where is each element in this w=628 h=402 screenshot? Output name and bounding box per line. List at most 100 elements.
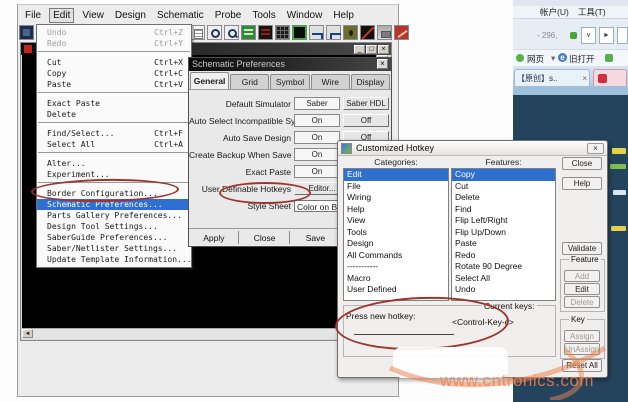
menu-item-alter[interactable]: Alter... [37,158,191,169]
category-user-defined[interactable]: User Defined [344,284,448,296]
webpage-link[interactable]: 网页 [527,53,544,65]
tab-symbol[interactable]: Symbol [270,74,309,89]
menubar-probe[interactable]: Probe [212,9,245,22]
horizontal-scrollbar[interactable]: ◄ [22,328,377,339]
validate-button[interactable]: Validate [562,242,602,255]
feature-edit-button[interactable]: Edit [564,283,600,295]
option-on-button[interactable]: On [294,131,340,144]
menu-item-paste[interactable]: PasteCtrl+V [37,79,191,90]
menu-item-saber-netlister-settings[interactable]: Saber/Netlister Settings... [37,243,191,254]
close-button[interactable]: × [378,45,389,54]
feature-flip-left-right[interactable]: Flip Left/Right [452,215,555,227]
feature-find[interactable]: Find [452,204,555,216]
hotkey-help-button[interactable]: Help [562,177,602,190]
feature-paste[interactable]: Paste [452,238,555,250]
netlist-report-icon[interactable] [258,25,273,40]
hotkey-close-action-button[interactable]: Close [562,157,602,170]
menu-item-copy[interactable]: CopyCtrl+C [37,68,191,79]
feature-flip-up-down[interactable]: Flip Up/Down [452,227,555,239]
feature-redo[interactable]: Redo [452,250,555,262]
zoom-in-icon[interactable] [207,25,222,40]
category-tools[interactable]: Tools [344,227,448,239]
features-list[interactable]: CopyCutDeleteFindFlip Left/RightFlip Up/… [451,168,556,301]
bus-wire-icon[interactable] [326,25,341,40]
save-button[interactable]: Save [292,231,341,244]
canvas-icon[interactable] [292,25,307,40]
menubar-view[interactable]: View [79,9,107,22]
minimize-button[interactable]: _ [354,45,365,54]
categories-list[interactable]: EditFileWiringHelpViewToolsDesignAll Com… [343,168,449,301]
menubar-help[interactable]: Help [330,9,357,22]
zoom-icon[interactable] [224,25,239,40]
feature-delete-button[interactable]: Delete [564,296,600,308]
menubar-tools[interactable]: Tools [249,9,278,22]
menubar-file[interactable]: File [22,9,44,22]
feature-add-button[interactable]: Add [564,270,600,282]
menu-item-undo[interactable]: UndoCtrl+Z [37,27,191,38]
open-link[interactable]: 旧打开 [569,53,595,65]
feature-undo[interactable]: Undo [452,284,555,296]
category-wiring[interactable]: Wiring [344,192,448,204]
menubar-design[interactable]: Design [112,9,149,22]
close-button[interactable]: Close [241,231,290,244]
scroll-left-icon[interactable]: ◄ [22,329,33,338]
menu-item-redo[interactable]: RedoCtrl+Y [37,38,191,49]
category-file[interactable]: File [344,181,448,193]
menu-item-design-tool-settings[interactable]: Design Tool Settings... [37,221,191,232]
apply-button[interactable]: Apply [190,231,239,244]
category-view[interactable]: View [344,215,448,227]
menu-item-select-all[interactable]: Select AllCtrl+A [37,139,191,150]
dropdown-button[interactable]: ∨ [581,27,596,44]
feature-rotate-90-degree[interactable]: Rotate 90 Degree [452,261,555,273]
window-icon[interactable] [19,25,34,40]
grid-icon[interactable] [275,25,290,40]
tab-grid[interactable]: Grid [230,74,269,89]
category-macro[interactable]: Macro [344,273,448,285]
tab-wire[interactable]: Wire [311,74,350,89]
menu-item-delete[interactable]: Delete [37,109,191,120]
prefs-close-button[interactable]: × [377,59,388,69]
feature-delete[interactable]: Delete [452,192,555,204]
menu-item-cut[interactable]: CutCtrl+X [37,57,191,68]
prefs-titlebar[interactable]: Schematic Preferences × [189,58,391,71]
feature-cut[interactable]: Cut [452,181,555,193]
option-on-button[interactable]: On [294,114,340,127]
feature-select-all[interactable]: Select All [452,273,555,285]
category-design[interactable]: Design [344,238,448,250]
category-all-commands[interactable]: All Commands [344,250,448,262]
option-saber-hdl-button[interactable]: Saber HDL [343,97,389,110]
menu-item-saberguide-preferences[interactable]: SaberGuide Preferences... [37,232,191,243]
menu-item-find-select[interactable]: Find/Select...Ctrl+F [37,128,191,139]
menubar-window[interactable]: Window [284,9,326,22]
go-button[interactable]: ► [599,27,614,44]
browser-menu-tools[interactable]: 工具(T) [578,6,606,18]
menubar-schematic[interactable]: Schematic [154,9,207,22]
key-unassign-button[interactable]: UnAssign [564,343,600,355]
key-assign-button[interactable]: Assign [564,330,600,342]
menubar-edit[interactable]: Edit [49,8,74,23]
option-off-button[interactable]: Off [343,114,389,127]
simulate-icon[interactable] [394,25,409,40]
parts-gallery-icon[interactable] [241,25,256,40]
category-edit[interactable]: Edit [344,169,448,181]
tab-display[interactable]: Display [351,74,390,89]
menu-item-exact-paste[interactable]: Exact Paste [37,98,191,109]
printer-icon[interactable] [377,25,392,40]
category-item[interactable]: ----------- [344,261,448,273]
tab-general[interactable]: General [190,72,229,89]
option-on-button[interactable]: On [294,148,340,161]
no-probe-icon[interactable] [360,25,375,40]
category-help[interactable]: Help [344,204,448,216]
menu-item-update-template-information[interactable]: Update Template Information... [37,254,191,265]
feature-copy[interactable]: Copy [452,169,555,181]
maximize-button[interactable]: □ [366,45,377,54]
browser-menu-account[interactable]: 帐户(U) [540,6,569,18]
wire-icon[interactable] [309,25,324,40]
tab-close-icon[interactable]: × [582,70,587,87]
page-icon[interactable] [190,25,205,40]
menu-item-parts-gallery-preferences[interactable]: Parts Gallery Preferences... [37,210,191,221]
option-on-button[interactable]: On [294,165,340,178]
option-saber-button[interactable]: Saber [294,97,340,110]
probe-icon[interactable] [343,25,358,40]
partial-button[interactable] [617,27,628,44]
